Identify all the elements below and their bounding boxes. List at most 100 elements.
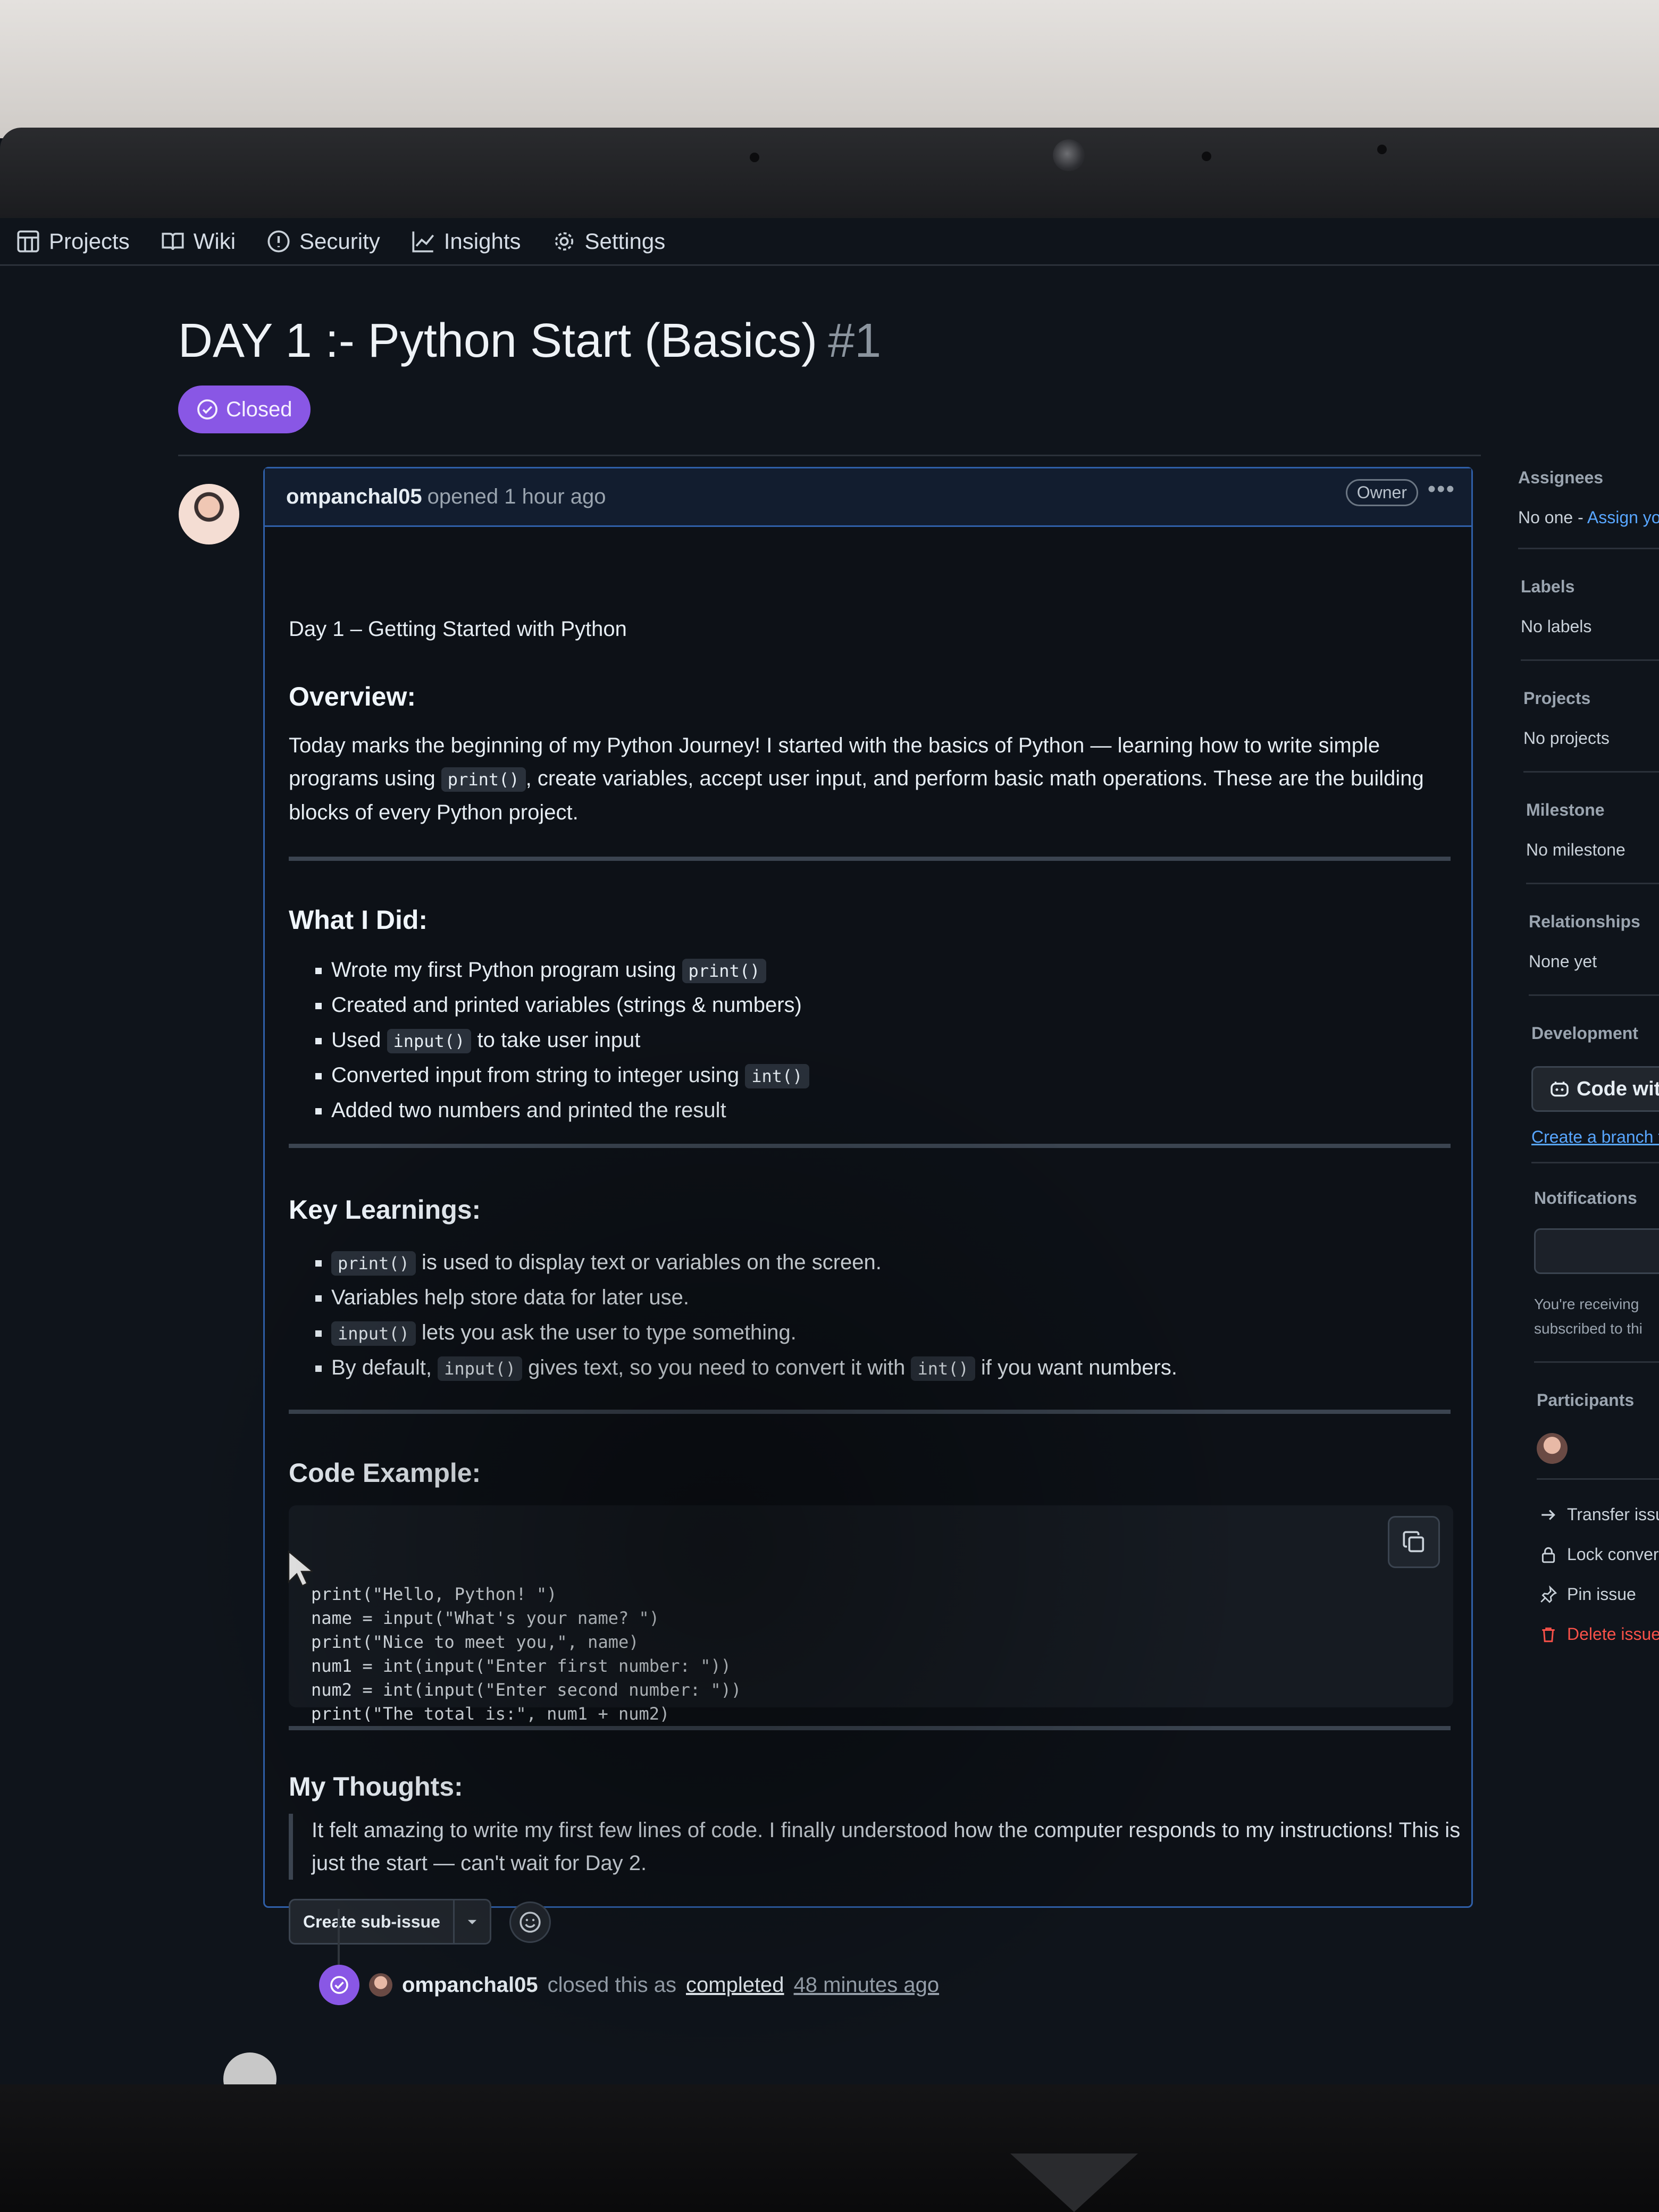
relationships-value: None yet [1529,952,1597,971]
sidebar-divider [1518,548,1659,549]
timeline-time[interactable]: 48 minutes ago [794,1973,940,1997]
subscribe-button[interactable] [1534,1228,1659,1274]
list-item: By default, input() gives text, so you n… [331,1350,1177,1385]
create-sub-issue-button[interactable]: Create sub-issue [289,1899,491,1945]
laptop-top-bezel [0,128,1659,218]
assignees-heading[interactable]: Assignees [1518,468,1603,488]
transfer-issue-action[interactable]: Transfer issu [1539,1505,1659,1524]
nav-security[interactable]: Security [266,229,380,254]
nav-projects[interactable]: Projects [16,229,130,254]
list-item: Used input() to take user input [331,1023,809,1058]
code-with-button-label[interactable]: Code wit [1577,1078,1659,1101]
pin-issue-action[interactable]: Pin issue [1539,1585,1636,1604]
timeline-completed-link[interactable]: completed [686,1973,784,1997]
list-item-text: By default, [331,1356,438,1379]
development-heading: Development [1531,1024,1638,1043]
what-i-did-heading: What I Did: [289,905,428,935]
background-wall [0,0,1659,138]
notifications-note-line2: subscribed to thi [1534,1320,1643,1337]
projects-value: No projects [1523,728,1610,748]
owner-badge: Owner [1345,479,1418,506]
create-sub-issue-label[interactable]: Create sub-issue [290,1900,453,1943]
participant-avatar[interactable] [1537,1433,1568,1464]
code-content[interactable]: print("Hello, Python! ") name = input("W… [311,1582,1431,1726]
comment-author[interactable]: ompanchal05 [286,485,422,509]
transfer-issue-label[interactable]: Transfer issu [1567,1505,1659,1524]
key-learnings-list: print() is used to display text or varia… [289,1245,1177,1385]
avatar [223,2052,276,2084]
nav-insights-label: Insights [443,228,521,254]
issue-title: DAY 1 :- Python Start (Basics) #1 [178,314,881,368]
table-icon [17,230,39,253]
milestone-heading[interactable]: Milestone [1526,800,1605,820]
milestone-value: No milestone [1526,840,1626,859]
nav-wiki-label: Wiki [193,228,236,254]
what-i-did-list: Wrote my first Python program using prin… [289,952,809,1128]
list-item-text: Variables help store data for later use. [331,1286,689,1309]
list-item: Added two numbers and printed the result [331,1093,809,1128]
issue-title-text: DAY 1 :- Python Start (Basics) [178,314,818,367]
author-avatar[interactable] [179,484,239,544]
pin-icon [1540,1585,1557,1603]
delete-issue-label[interactable]: Delete issue [1567,1624,1659,1644]
nav-wiki[interactable]: Wiki [161,229,236,254]
nav-insights[interactable]: Insights [411,229,521,254]
list-item-text: Used [331,1028,387,1052]
add-reaction-button[interactable] [509,1901,551,1943]
lock-conversation-action[interactable]: Lock conver [1539,1545,1659,1564]
list-item-text: lets you ask the user to type something. [415,1321,797,1344]
list-item: print() is used to display text or varia… [331,1245,1177,1280]
sidebar-divider [1523,771,1659,773]
shield-icon [267,230,290,253]
sidebar-divider [1537,1478,1659,1480]
browser-screen: Projects Wiki Security Insights Settings… [0,218,1659,2084]
labels-heading[interactable]: Labels [1521,577,1574,597]
copy-icon [1403,1531,1425,1553]
list-item: Created and printed variables (strings &… [331,987,809,1023]
overview-heading: Overview: [289,682,416,711]
timeline-author[interactable]: ompanchal05 [402,1973,538,1997]
labels-value: No labels [1521,617,1592,636]
timeline-text: closed this as [547,1973,676,1997]
sidebar-divider [1531,1162,1659,1163]
trash-icon [1542,1627,1555,1642]
assignees-none: No one - [1518,508,1587,527]
list-item-text: is used to display text or variables on … [415,1251,882,1274]
sidebar-divider [1534,1361,1659,1363]
section-divider [289,1144,1451,1148]
avatar[interactable] [369,1973,392,1997]
nav-security-label: Security [299,228,380,254]
notifications-note-line1: You're receiving [1534,1296,1639,1312]
copy-button[interactable] [1388,1516,1440,1568]
list-item: input() lets you ask the user to type so… [331,1315,1177,1350]
repo-nav: Projects Wiki Security Insights Settings [0,218,1659,266]
kebab-menu-icon[interactable]: ••• [1428,476,1455,502]
nav-projects-label: Projects [49,228,130,254]
sidebar-divider [1529,994,1659,996]
inline-code: input() [438,1356,522,1381]
create-branch-link[interactable]: Create a branch f [1531,1127,1659,1147]
list-item: Converted input from string to integer u… [331,1058,809,1093]
delete-issue-action[interactable]: Delete issue [1539,1624,1659,1644]
projects-heading[interactable]: Projects [1523,689,1590,708]
assign-yourself-link[interactable]: Assign yo [1587,508,1659,527]
list-item-text: Wrote my first Python program using [331,958,682,982]
issue-state-label: Closed [226,397,292,421]
section-divider [289,1726,1451,1730]
nav-settings[interactable]: Settings [552,229,665,254]
relationships-heading[interactable]: Relationships [1529,912,1640,932]
participants-heading: Participants [1537,1390,1635,1410]
code-block[interactable]: print("Hello, Python! ") name = input("W… [289,1505,1453,1724]
list-item-text: to take user input [471,1028,641,1052]
comment-header: ompanchal05 opened 1 hour ago Owner ••• [265,468,1471,527]
notifications-heading: Notifications [1534,1188,1637,1208]
code-with-button[interactable]: Code wit [1531,1066,1659,1112]
issue-state-badge: Closed [178,386,311,433]
thoughts-quote: It felt amazing to write my first few li… [289,1814,1471,1880]
copilot-icon [1551,1082,1569,1097]
lock-conversation-label[interactable]: Lock conver [1567,1545,1659,1564]
chevron-down-icon[interactable] [453,1900,490,1943]
pin-issue-label[interactable]: Pin issue [1567,1585,1636,1604]
graph-icon [412,231,434,253]
issue-comment: ompanchal05 opened 1 hour ago Owner ••• … [263,467,1473,1945]
